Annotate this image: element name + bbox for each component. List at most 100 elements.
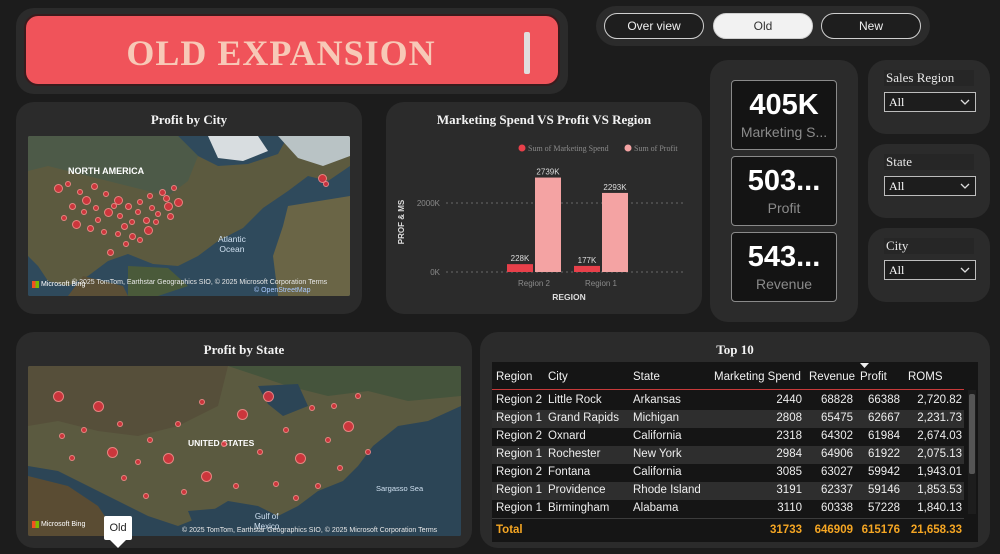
table-row[interactable]: Region 1 Grand Rapids Michigan 2808 65475 626…: [492, 410, 964, 428]
col-header-region[interactable]: Region: [496, 371, 532, 383]
map-bubble[interactable]: [117, 421, 123, 427]
scrollbar-thumb[interactable]: [969, 394, 975, 474]
map-bubble[interactable]: [81, 209, 87, 215]
map-bubble[interactable]: [92, 400, 104, 412]
map-bubble[interactable]: [52, 390, 64, 402]
map-bubble[interactable]: [142, 216, 150, 224]
map-bubble[interactable]: [95, 217, 101, 223]
map-bubble[interactable]: [155, 211, 161, 217]
map-bubble[interactable]: [365, 449, 371, 455]
table-row[interactable]: Region 1 Rochester New York 2984 64906 61922 2…: [492, 446, 964, 464]
map-bubble[interactable]: [71, 219, 81, 229]
nav-old-button[interactable]: Old: [713, 13, 813, 39]
map-bubble[interactable]: [106, 248, 114, 256]
cell-city: Oxnard: [548, 430, 586, 442]
map-bubble[interactable]: [337, 465, 343, 471]
cell-marketing-spend: 2984: [776, 448, 802, 460]
map-bubble[interactable]: [342, 420, 354, 432]
slicer-city-dropdown[interactable]: All: [884, 260, 976, 280]
map-bubble[interactable]: [143, 493, 149, 499]
map-bubble[interactable]: [93, 205, 99, 211]
col-header-profit[interactable]: Profit: [860, 371, 887, 383]
map-bubble[interactable]: [103, 207, 113, 217]
map-bubble[interactable]: [61, 215, 67, 221]
state-map[interactable]: UNITED STATES Gulf of Mexico Sargasso Se…: [28, 366, 461, 536]
map-bubble[interactable]: [294, 452, 306, 464]
map-bubble[interactable]: [199, 399, 205, 405]
map-bubble[interactable]: [137, 237, 143, 243]
map-bubble[interactable]: [273, 481, 279, 487]
map-bubble[interactable]: [171, 185, 177, 191]
map-bubble[interactable]: [115, 231, 121, 237]
map-bubble[interactable]: [81, 427, 87, 433]
table-row[interactable]: Region 2 Fontana California 3085 63027 59942 1…: [492, 464, 964, 482]
slicer-state-dropdown[interactable]: All: [884, 176, 976, 196]
map-bubble[interactable]: [283, 427, 289, 433]
map-bubble[interactable]: [175, 421, 181, 427]
col-header-revenue[interactable]: Revenue: [809, 371, 855, 383]
table-row[interactable]: Region 2 Little Rock Arkansas 2440 68828 6638…: [492, 392, 964, 410]
map-bubble[interactable]: [147, 437, 153, 443]
map-bubble[interactable]: [233, 483, 239, 489]
table-row[interactable]: Region 1 Providence Rhode Island 3191 62337 5…: [492, 482, 964, 500]
map-bubble[interactable]: [166, 212, 174, 220]
map-bubble[interactable]: [121, 475, 127, 481]
map-bubble[interactable]: [120, 222, 128, 230]
kpi-revenue-label: Revenue: [755, 276, 813, 292]
map-bubble[interactable]: [162, 194, 170, 202]
map-bubble[interactable]: [162, 452, 174, 464]
table-row[interactable]: Region 2 Oxnard California 2318 64302 61984 2,…: [492, 428, 964, 446]
map-bubble[interactable]: [315, 483, 321, 489]
map-bubble[interactable]: [135, 209, 141, 215]
table-scrollbar[interactable]: [968, 390, 976, 514]
map-bubble[interactable]: [355, 393, 361, 399]
map-bubble[interactable]: [65, 181, 71, 187]
map-bubble[interactable]: [149, 205, 155, 211]
slicer-sales-region-dropdown[interactable]: All: [884, 92, 976, 112]
map-bubble[interactable]: [262, 390, 274, 402]
map-bubble[interactable]: [90, 182, 98, 190]
nav-new-button[interactable]: New: [821, 13, 921, 39]
map-bubble[interactable]: [173, 197, 183, 207]
map-bubble[interactable]: [69, 455, 75, 461]
map-bubble[interactable]: [257, 449, 263, 455]
map-bubble[interactable]: [117, 213, 123, 219]
col-header-city[interactable]: City: [548, 371, 568, 383]
col-header-roms[interactable]: ROMS: [908, 371, 943, 383]
map-bubble[interactable]: [86, 224, 94, 232]
map-bubble[interactable]: [77, 189, 83, 195]
map-bubble[interactable]: [309, 405, 315, 411]
col-header-marketing-spend[interactable]: Marketing Spend: [714, 371, 801, 383]
map-bubble[interactable]: [124, 202, 132, 210]
table-row[interactable]: Region 1 Birmingham Alabama 3110 60338 57228 1…: [492, 500, 964, 518]
map-bubble[interactable]: [293, 495, 299, 501]
col-header-state[interactable]: State: [633, 371, 660, 383]
city-map[interactable]: NORTH AMERICA Atlantic Ocean Microsoft B…: [28, 136, 350, 296]
map-bubble[interactable]: [59, 433, 65, 439]
map-bubble[interactable]: [103, 191, 109, 197]
map-bubble[interactable]: [147, 193, 153, 199]
map-bubble[interactable]: [68, 202, 76, 210]
map-bubble[interactable]: [200, 470, 212, 482]
map-bubble[interactable]: [137, 199, 143, 205]
map-bubble[interactable]: [129, 219, 135, 225]
map-bubble[interactable]: [236, 408, 248, 420]
map-bubble[interactable]: [123, 241, 129, 247]
map-bubble[interactable]: [101, 229, 107, 235]
map-bubble[interactable]: [163, 201, 173, 211]
map-bubble[interactable]: [325, 437, 331, 443]
map-bubble[interactable]: [323, 181, 329, 187]
map-bubble[interactable]: [81, 195, 91, 205]
map-bubble[interactable]: [331, 403, 337, 409]
map-bubble[interactable]: [153, 219, 159, 225]
map-bubble[interactable]: [181, 489, 187, 495]
map-bubble[interactable]: [221, 441, 227, 447]
osm-credit[interactable]: © OpenStreetMap: [254, 287, 311, 294]
map-bubble[interactable]: [135, 459, 141, 465]
map-bubble[interactable]: [143, 225, 153, 235]
map-bubble[interactable]: [53, 183, 63, 193]
map-bubble[interactable]: [128, 232, 136, 240]
nav-overview-button[interactable]: Over view: [604, 13, 704, 39]
map-bubble[interactable]: [111, 203, 117, 209]
map-bubble[interactable]: [106, 446, 118, 458]
